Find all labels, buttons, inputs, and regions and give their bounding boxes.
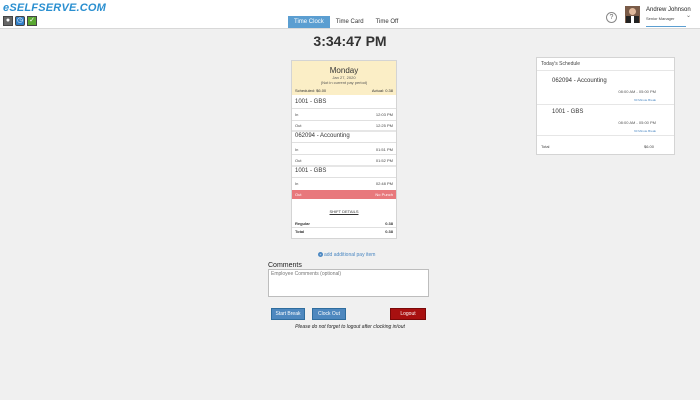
day-name: Monday (329, 66, 359, 75)
in-label: In (295, 112, 299, 117)
user-name[interactable]: Andrew Johnson (646, 7, 691, 13)
divider (292, 177, 396, 178)
entry-code: 1001 - GBS (295, 99, 327, 105)
timesheet-card: Monday Jan 27, 2020 (Not in current pay … (291, 60, 397, 239)
comments-input[interactable] (268, 269, 429, 297)
chevron-down-icon[interactable]: ⌄ (686, 12, 691, 19)
in-time: 02:48 PM (375, 181, 393, 186)
divider (292, 227, 396, 228)
block-divider (292, 130, 396, 132)
add-pay-item-label: add additional pay item (324, 252, 376, 258)
schedule-title: Today's Schedule (541, 61, 581, 67)
regular-label: Regular (295, 221, 310, 226)
block-divider (292, 165, 396, 167)
in-label: In (295, 181, 299, 186)
schedule-item-name: 062094 - Accounting (552, 78, 607, 84)
main-tabs: Time Clock Time Card Time Off (288, 16, 404, 28)
help-icon[interactable]: ? (606, 12, 617, 23)
entry-code: 062094 - Accounting (295, 133, 350, 139)
app-logo[interactable]: eSELFSERVE.COM (3, 2, 106, 14)
regular-value: 0.38 (385, 221, 393, 226)
shift-details-heading[interactable]: SHIFT DETAILS (292, 209, 396, 214)
avatar[interactable] (625, 6, 640, 23)
person-icon[interactable]: ● (3, 16, 13, 26)
todays-schedule-panel: Today's Schedule 062094 - Accounting 08:… (536, 57, 675, 155)
divider (537, 70, 674, 71)
entry-code: 1001 - GBS (295, 168, 327, 174)
divider (292, 120, 396, 121)
user-menu-underline (646, 26, 686, 27)
divider (537, 135, 674, 136)
tab-time-off[interactable]: Time Off (370, 16, 405, 28)
in-time: 01:51 PM (375, 147, 393, 152)
total-value: 0.38 (385, 229, 393, 234)
logout-button[interactable]: Logout (390, 308, 426, 320)
total-label: Total (295, 229, 305, 234)
plus-icon: + (318, 252, 323, 258)
clock-out-button[interactable]: Clock Out (312, 308, 346, 320)
actual-hours: Actual: 0.38 (371, 88, 393, 93)
add-pay-item-link[interactable]: + add additional pay item (318, 252, 375, 258)
schedule-item-time: 08:00 AM - 05:00 PM (618, 89, 656, 94)
out-label: Out (295, 158, 302, 163)
clock-icon[interactable]: ◷ (15, 16, 25, 26)
out-label: Out (295, 123, 302, 128)
tab-time-clock[interactable]: Time Clock (288, 16, 330, 28)
user-role: Senior Manager (646, 16, 675, 21)
divider (537, 104, 674, 105)
out-time: 12:25 PM (375, 123, 393, 128)
schedule-total-label: Total (541, 144, 550, 149)
current-time: 3:34:47 PM (313, 33, 387, 49)
comments-label: Comments (268, 262, 302, 269)
schedule-item-time: 08:00 AM - 05:00 PM (618, 120, 656, 125)
divider (292, 154, 396, 155)
schedule-total-value: $6.00 (643, 144, 654, 149)
day-header: Monday Jan 27, 2020 (Not in current pay … (292, 61, 396, 95)
divider (292, 108, 396, 109)
out-time: 01:52 PM (375, 158, 393, 163)
schedule-item-break: 60 Minute Break (634, 98, 656, 102)
pay-period-note: (Not in current pay period) (320, 80, 368, 85)
logout-reminder: Please do not forget to logout after clo… (295, 324, 405, 330)
divider (292, 142, 396, 143)
in-time: 12:03 PM (375, 112, 393, 117)
no-punch-status: No Punch (375, 192, 393, 197)
out-label: Out (295, 192, 302, 197)
schedule-item-break: 60 Minute Break (634, 129, 656, 133)
schedule-item-name: 1001 - GBS (552, 109, 584, 115)
in-label: In (295, 147, 299, 152)
start-break-button[interactable]: Start Break (271, 308, 305, 320)
quick-icons: ● ◷ ✓ (3, 16, 37, 26)
tab-time-card[interactable]: Time Card (330, 16, 370, 28)
scheduled-hours: Scheduled: $6.00 (295, 88, 327, 93)
top-header: eSELFSERVE.COM ● ◷ ✓ Time Clock Time Car… (0, 0, 700, 29)
check-icon[interactable]: ✓ (27, 16, 37, 26)
